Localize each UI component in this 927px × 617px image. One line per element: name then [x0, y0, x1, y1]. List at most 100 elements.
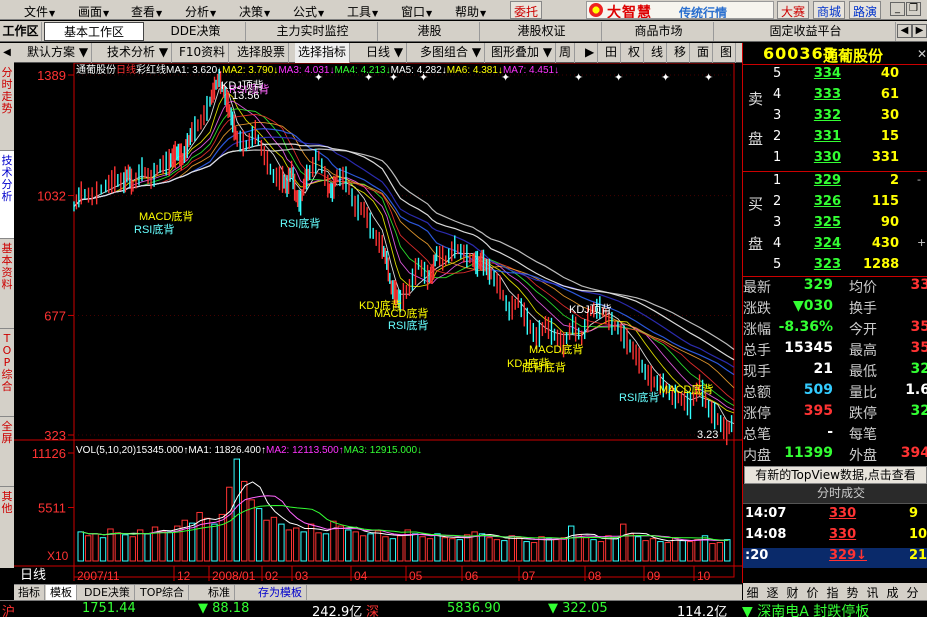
menu-tools[interactable]: 工具▼ [347, 3, 378, 20]
play-icon[interactable]: ▶ [582, 43, 599, 63]
quote-tab[interactable]: 势 [845, 584, 860, 601]
menu-view[interactable]: 查看▼ [131, 3, 162, 20]
buy-level: 3 [773, 215, 782, 230]
restore-icon[interactable]: ❐ [906, 2, 921, 16]
menu-analysis[interactable]: 分析▼ [185, 3, 216, 20]
sell-row[interactable]: 5 334 40 [743, 66, 927, 86]
tab-prev-icon[interactable]: ◀ [897, 24, 912, 38]
volume-bar [270, 516, 278, 562]
side-tab-intraday[interactable]: 分时走势 [0, 63, 14, 151]
x-tick-label: 2007/11 [77, 569, 120, 583]
sell-row[interactable]: 2 331 15 [743, 129, 927, 149]
toolbar-multi-chart[interactable]: 多图组合 ▼ [417, 43, 486, 63]
toolbar-line-button[interactable]: 线 [648, 43, 668, 63]
toolbar-chart-button[interactable]: 图 [717, 43, 737, 63]
quote-tab[interactable]: 细 [745, 584, 760, 601]
menu-help[interactable]: 帮助▼ [455, 3, 486, 20]
stat-label: 涨幅 [743, 322, 771, 338]
tick-row[interactable]: 14:08 330 10 [743, 527, 927, 547]
tab-dde-decision[interactable]: DDE决策 [146, 22, 246, 41]
buy-row[interactable]: 4 324 430 + [743, 236, 927, 256]
tab-hk-stocks[interactable]: 港股 [380, 22, 480, 41]
consign-button[interactable]: 委托 [510, 1, 543, 19]
sell-row[interactable]: 1 330 331 [743, 150, 927, 170]
toolbar-rights-button[interactable]: 权 [625, 43, 645, 63]
buy-row[interactable]: 3 325 90 [743, 215, 927, 235]
tick-row[interactable]: 14:07 330 9 [743, 506, 927, 526]
toolbar-select-stock[interactable]: 选择股票 [234, 43, 290, 63]
collapse-left-icon[interactable]: ◀ [0, 43, 14, 63]
volume-bar [634, 536, 642, 562]
buy-row[interactable]: 1 329 2 - [743, 173, 927, 193]
quote-tab[interactable]: 逐 [765, 584, 780, 601]
menu-window[interactable]: 窗口▼ [401, 3, 432, 20]
kline-chart[interactable]: 323 677 1032 1389 RSI顶背 13.56 KDJ顶背 MACD底背 RSI底背… [14, 63, 742, 583]
btab-indicator[interactable]: 指标 [14, 585, 45, 601]
toolbar-f10[interactable]: F10资料 [176, 43, 230, 63]
workspace-label: 工作区 [0, 22, 42, 41]
sell-price: 333 [813, 87, 841, 102]
btab-top[interactable]: TOP综合 [136, 585, 190, 601]
quote-tab[interactable]: 讯 [865, 584, 880, 601]
toolbar-cycle-button[interactable]: 周 [556, 43, 576, 63]
tab-next-icon[interactable]: ▶ [912, 24, 927, 38]
quote-tab[interactable]: 财 [785, 584, 800, 601]
stat-row: 总额 509 量比 1.6 [743, 382, 927, 403]
quote-tab[interactable]: 指 [825, 584, 840, 601]
minimize-icon[interactable]: _ [890, 2, 905, 16]
side-tab-fullscreen[interactable]: 全屏 [0, 417, 14, 487]
toolbar-overlay[interactable]: 图形叠加 ▼ [488, 43, 557, 63]
buy-row[interactable]: 2 326 115 [743, 194, 927, 214]
sell-row[interactable]: 4 333 61 [743, 87, 927, 107]
mall-button[interactable]: 商城 [813, 1, 846, 19]
close-icon[interactable]: ✕ [917, 47, 927, 61]
y-tick-label: 323 [44, 428, 66, 443]
x-tick-label: 12 [177, 569, 191, 583]
volume-bar [293, 527, 300, 562]
toolbar-move-button[interactable]: 移 [671, 43, 691, 63]
sell-row[interactable]: 3 332 30 [743, 108, 927, 128]
toolbar-select-indicator[interactable]: 选择指标 [295, 43, 351, 63]
menu-decision[interactable]: 决策▼ [239, 3, 270, 20]
quote-tab[interactable]: 价 [805, 584, 820, 601]
side-tab-tech-analysis[interactable]: 技术分析 [0, 151, 14, 239]
roadshow-button[interactable]: 路演 [849, 1, 882, 19]
btab-template[interactable]: 模板 [46, 585, 77, 601]
buy-row[interactable]: 5 323 1288 [743, 257, 927, 277]
menu-screen[interactable]: 画面▼ [78, 3, 109, 20]
volume-bar [263, 519, 270, 562]
side-tab-basic-info[interactable]: 基本资料 [0, 239, 14, 329]
toolbar-tech-analysis[interactable]: 技术分析 ▼ [104, 43, 173, 63]
volume-bar [114, 532, 122, 562]
tab-main-monitor[interactable]: 主力实时监控 [248, 22, 378, 41]
menu-formula[interactable]: 公式▼ [293, 3, 324, 20]
brand-banner[interactable]: 大智慧 传统行情 [586, 1, 774, 19]
quote-tab[interactable]: 分 [905, 584, 920, 601]
toolbar-default-scheme[interactable]: 默认方案 ▼ [24, 43, 93, 63]
volume-bar [463, 534, 471, 562]
news-ticker[interactable]: ▼ 深南电A 封跌停板 [742, 601, 869, 617]
tick-row[interactable]: :20 329↓ 21 [743, 548, 927, 568]
btab-dde[interactable]: DDE决策 [80, 585, 135, 601]
stat-label: 现手 [743, 364, 771, 380]
tab-hk-warrants[interactable]: 港股权证 [482, 22, 602, 41]
chart-canvas[interactable]: 32367710321389RSI顶背13.56KDJ顶背MACD底背RSI底背… [14, 63, 742, 583]
x-tick-label: 09 [647, 569, 661, 583]
side-tab-top[interactable]: TOP综合 [0, 329, 14, 417]
quote-tab[interactable]: 成 [885, 584, 900, 601]
btab-save-template[interactable]: 存为模板 [254, 585, 307, 601]
stat-label: 涨跌 [743, 301, 771, 317]
tab-basic-workspace[interactable]: 基本工作区 [44, 22, 144, 41]
topview-notice[interactable]: 有新的TopView数据,点击查看 [744, 466, 927, 484]
volume-bar [411, 533, 419, 562]
tab-commodities[interactable]: 商品市场 [604, 22, 714, 41]
ma-label: MA2: 3.790↓ [222, 65, 278, 76]
toolbar-surface-button[interactable]: 面 [694, 43, 714, 63]
vol-ma-label: MA1: 11826.400↑ [188, 445, 266, 456]
toolbar-period[interactable]: 日线 ▼ [363, 43, 408, 63]
grid-icon[interactable]: 田 [602, 43, 622, 63]
btab-standard[interactable]: 标准 [204, 585, 235, 601]
tab-fixed-income[interactable]: 固定收益平台 [716, 22, 896, 41]
contest-button[interactable]: 大赛 [777, 1, 810, 19]
menu-file[interactable]: 文件▼ [24, 3, 55, 20]
